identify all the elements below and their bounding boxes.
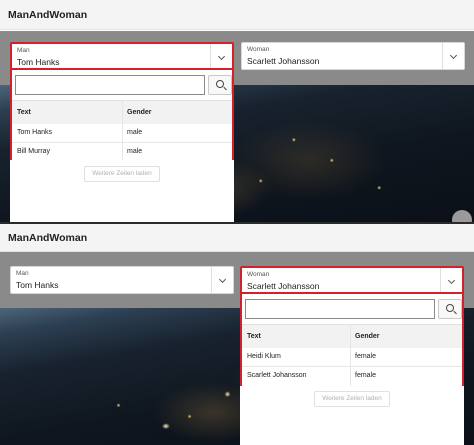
man-value: Tom Hanks (16, 280, 59, 290)
search-input[interactable] (245, 299, 435, 319)
row-gender: female (355, 372, 377, 379)
table-row[interactable]: Scarlett Johansson female (242, 367, 462, 386)
row-gender: male (127, 148, 143, 155)
chevron-down-icon (447, 276, 456, 285)
page-title: ManAndWoman (8, 232, 88, 244)
column-header-gender: Gender (355, 333, 380, 340)
load-more-button[interactable]: Weitere Zeilen laden (84, 166, 160, 182)
woman-select[interactable]: Woman Scarlett Johansson (240, 266, 464, 294)
man-dropdown-toggle[interactable] (210, 44, 232, 68)
man-select[interactable]: Man Tom Hanks (10, 42, 234, 70)
woman-value: Scarlett Johansson (247, 281, 320, 291)
header-bar: ManAndWoman (0, 0, 474, 30)
panel-man-open: ManAndWoman Man Tom Hanks Woman Scarlett… (0, 0, 474, 222)
woman-dropdown-toggle[interactable] (442, 43, 464, 69)
woman-dropdown-toggle[interactable] (440, 268, 462, 292)
woman-dropdown-popup: Text Gender Heidi Klum female Scarlett J… (240, 292, 464, 386)
table-header: Text Gender (242, 324, 462, 349)
search-input[interactable] (15, 75, 205, 95)
row-text: Heidi Klum (247, 353, 281, 360)
man-select[interactable]: Man Tom Hanks (10, 266, 234, 294)
woman-value: Scarlett Johansson (247, 56, 320, 66)
row-text: Tom Hanks (17, 129, 53, 136)
table-row[interactable]: Heidi Klum female (242, 348, 462, 367)
man-dropdown-toggle[interactable] (211, 267, 233, 293)
woman-label: Woman (247, 271, 270, 278)
chevron-down-icon (449, 51, 458, 60)
woman-select[interactable]: Woman Scarlett Johansson (241, 42, 465, 70)
row-gender: female (355, 353, 377, 360)
man-value: Tom Hanks (17, 57, 60, 67)
chevron-down-icon (218, 275, 227, 284)
search-button[interactable] (438, 299, 462, 319)
man-label: Man (16, 270, 29, 277)
column-header-gender: Gender (127, 109, 152, 116)
results-table: Text Gender Heidi Klum female Scarlett J… (242, 324, 462, 386)
row-text: Scarlett Johansson (247, 372, 307, 379)
panel-woman-open: ManAndWoman Man Tom Hanks Woman Scarlett… (0, 222, 474, 445)
popup-footer: Weitere Zeilen laden (240, 386, 464, 445)
row-gender: male (127, 129, 143, 136)
row-text: Bill Murray (17, 148, 51, 155)
man-label: Man (17, 47, 30, 54)
header-bar: ManAndWoman (0, 224, 474, 252)
woman-label: Woman (247, 46, 270, 53)
chevron-down-icon (217, 52, 226, 61)
column-header-text: Text (247, 333, 261, 340)
man-dropdown-popup: Text Gender Tom Hanks male Bill Murray m… (10, 68, 234, 162)
popup-footer: Weitere Zeilen laden (10, 160, 234, 222)
results-table: Text Gender Tom Hanks male Bill Murray m… (12, 100, 232, 162)
search-button[interactable] (208, 75, 232, 95)
page-title: ManAndWoman (8, 9, 88, 21)
load-more-button[interactable]: Weitere Zeilen laden (314, 391, 390, 407)
column-header-text: Text (17, 109, 31, 116)
